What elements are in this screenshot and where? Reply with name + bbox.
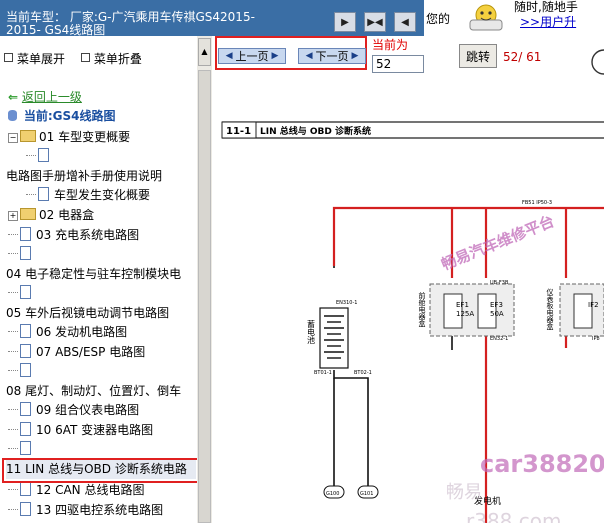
menu-expand-link[interactable]: 菜单展开 [17, 52, 65, 66]
folder-icon [20, 208, 36, 220]
left-arrow-icon: ◀ [305, 51, 313, 61]
page-icon [20, 324, 31, 338]
watermark: r388.com [466, 509, 561, 523]
sidebar-scroll-thumb[interactable] [198, 70, 211, 523]
current-label: 当前:GS4线路图 [23, 109, 116, 123]
page-icon [20, 441, 31, 455]
list-item[interactable] [8, 284, 36, 303]
greeting-text: 您的 [426, 12, 451, 26]
connector-label: BT01-1 [314, 370, 332, 376]
list-item[interactable]: 06 发动机电路图 [8, 323, 127, 342]
database-icon [8, 110, 17, 121]
ground-label: G101 [360, 491, 373, 497]
current-item: 当前:GS4线路图 [8, 107, 115, 126]
nav-right-icon[interactable]: ▶ [334, 12, 356, 32]
page-icon [20, 285, 31, 299]
connector-label: IP8 [592, 336, 600, 342]
current-page-label: 当前为 [372, 38, 409, 52]
nav-left-icon[interactable]: ◀ [394, 12, 416, 32]
fuse-label: IF2 [588, 301, 599, 309]
engine-box-label: 前舱电器盒 [418, 291, 426, 327]
page-icon [38, 187, 49, 201]
list-item[interactable]: 05 车外后视镜电动调节电路图 [6, 304, 169, 323]
page-icon [20, 402, 31, 416]
right-arrow-icon: ▶ [351, 51, 359, 61]
page-icon [20, 363, 31, 377]
nav-split-icon[interactable]: ▶◀ [364, 12, 386, 32]
section-title: LIN 总线与 OBD 诊断系统 [260, 125, 371, 137]
list-item[interactable]: 10 6AT 变速器电路图 [8, 421, 153, 440]
instr-box-label: 仪表板电器盒 [546, 288, 554, 330]
wiring-diagram: 11-1 LIN 总线与 OBD 诊断系统 蓄电池 EN310-1 BT01-1… [221, 121, 604, 523]
page-icon [20, 227, 31, 241]
list-item[interactable]: 08 尾灯、制动灯、位置灯、倒车 [6, 382, 181, 401]
menu-collapse-link[interactable]: 菜单折叠 [94, 52, 142, 66]
jump-button[interactable]: 跳转 [459, 44, 497, 68]
back-link[interactable]: 返回上一级 [22, 90, 82, 104]
list-item[interactable]: 12 CAN 总线电路图 [8, 481, 144, 500]
watermark: car38820 [480, 450, 604, 478]
collapse-icon[interactable]: − [8, 133, 18, 143]
connector-label: EN32-1 [490, 336, 508, 342]
list-item[interactable] [8, 440, 36, 459]
prev-page-button[interactable]: ◀ 上一页 ▶ [218, 48, 286, 64]
menu-toggle-row: 菜单展开 菜单折叠 [4, 50, 142, 67]
back-item[interactable]: ⇐ 返回上一级 [8, 88, 82, 107]
car-model-line1: 当前车型： 厂家:G-广汽乘用车传祺GS42015- [6, 10, 255, 24]
car-model-line2: 2015- GS4线路图 [6, 24, 106, 36]
section-number: 11-1 [226, 126, 251, 137]
connector-label: UB-F3B [490, 280, 509, 286]
right-arrow-icon: ▶ [271, 51, 279, 61]
page-number-input[interactable] [372, 55, 424, 73]
connector-label: FB51 IP50-3 [522, 200, 552, 206]
collapse-checkbox-icon[interactable] [80, 53, 90, 62]
list-item[interactable]: 04 电子稳定性与驻车控制模块电 [6, 265, 181, 284]
fuse-label: EF1 [456, 301, 469, 309]
page-icon [20, 502, 31, 516]
page-icon [20, 482, 31, 496]
list-item[interactable]: 07 ABS/ESP 电路图 [8, 343, 145, 362]
selected-item-highlight [2, 458, 205, 483]
connector-label: BT02-1 [354, 370, 372, 376]
fuse-rating: 50A [490, 310, 504, 318]
list-item[interactable]: +02 电器盒 [8, 206, 94, 225]
fuse-label: EF3 [490, 301, 503, 309]
list-item[interactable]: 13 四驱电控系统电路图 [8, 501, 163, 520]
fuse-rating: 125A [456, 310, 474, 318]
list-item[interactable]: 电路图手册增补手册使用说明 [6, 167, 162, 186]
page-icon [38, 148, 49, 162]
list-item[interactable]: −01 车型变更概要 [8, 128, 130, 147]
list-item[interactable]: 车型发生变化概要 [26, 186, 150, 205]
back-arrow-icon: ⇐ [8, 90, 19, 104]
sidebar: 菜单展开 菜单折叠 ⇐ 返回上一级 当前:GS4线路图 −01 车型变更概要 电… [0, 36, 197, 523]
list-item[interactable] [8, 362, 36, 381]
watermark: 畅易 [446, 482, 482, 503]
expand-icon[interactable]: + [8, 211, 18, 221]
user-upgrade-link[interactable]: >>用户升 [520, 13, 576, 30]
list-item[interactable]: 09 组合仪表电路图 [8, 401, 139, 420]
list-item[interactable] [26, 147, 54, 166]
folder-open-icon [20, 130, 36, 142]
next-page-button[interactable]: ◀ 下一页 ▶ [298, 48, 366, 64]
scroll-up-icon[interactable]: ▲ [198, 38, 211, 66]
expand-checkbox-icon[interactable] [4, 53, 13, 62]
ground-label: G100 [326, 491, 339, 497]
watermark: 畅易汽车维修平台 [439, 212, 557, 274]
left-arrow-icon: ◀ [225, 51, 233, 61]
list-item[interactable]: 03 充电系统电路图 [8, 226, 139, 245]
page-count: 52/ 61 [503, 50, 542, 64]
page-icon [20, 344, 31, 358]
connector-label: EN310-1 [336, 300, 357, 306]
page-icon [20, 422, 31, 436]
battery-label: 蓄电池 [307, 319, 316, 344]
list-item[interactable] [8, 245, 36, 264]
mascot-icon [469, 4, 503, 31]
page-icon [20, 246, 31, 260]
